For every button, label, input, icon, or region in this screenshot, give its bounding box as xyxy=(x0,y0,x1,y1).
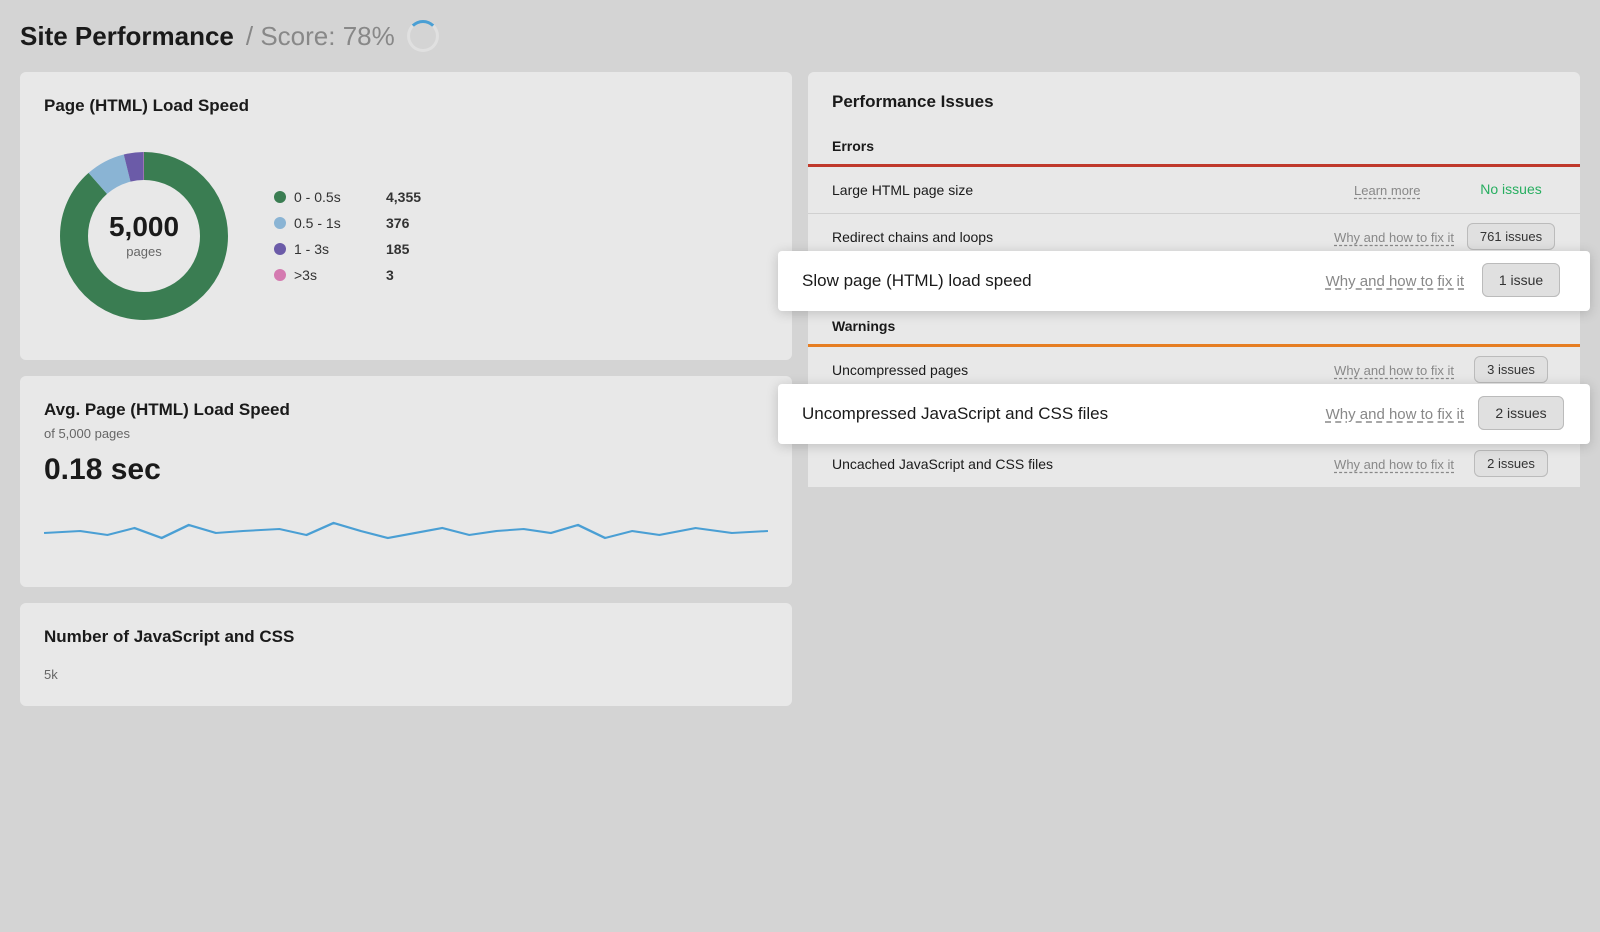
overlay-count-js[interactable]: 2 issues xyxy=(1478,396,1563,430)
overlay-uncompressed-js: Uncompressed JavaScript and CSS files Wh… xyxy=(778,384,1590,444)
avg-speed-title: Avg. Page (HTML) Load Speed xyxy=(44,400,768,420)
js-css-title: Number of JavaScript and CSS xyxy=(44,627,768,647)
avg-speed-subtitle: of 5,000 pages xyxy=(44,426,768,441)
left-column: Page (HTML) Load Speed 5,000 pages xyxy=(20,72,792,706)
warning-link-2[interactable]: Why and how to fix it xyxy=(1334,457,1454,472)
sparkline-area xyxy=(44,503,768,563)
overlay-name-js: Uncompressed JavaScript and CSS files xyxy=(802,404,1314,424)
warning-name-0: Uncompressed pages xyxy=(832,362,1322,378)
avg-speed-value: 0.18 sec xyxy=(44,453,768,487)
count-badge-w2[interactable]: 2 issues xyxy=(1474,450,1548,477)
overlay-badge-slow[interactable]: 1 issue xyxy=(1476,272,1566,290)
error-row-0: Large HTML page size Learn more No issue… xyxy=(808,167,1580,214)
error-name-0: Large HTML page size xyxy=(832,182,1342,198)
page-score: / Score: 78% xyxy=(246,21,395,52)
error-badge-0: No issues xyxy=(1466,181,1556,199)
overlay-count-slow[interactable]: 1 issue xyxy=(1482,263,1560,297)
no-issues-badge-0: No issues xyxy=(1480,181,1541,197)
performance-issues-card: Performance Issues Errors Large HTML pag… xyxy=(808,72,1580,487)
warning-badge-2[interactable]: 2 issues xyxy=(1466,455,1556,473)
donut-label: pages xyxy=(126,244,161,259)
overlay-slow-page: Slow page (HTML) load speed Why and how … xyxy=(778,251,1590,311)
donut-section: 5,000 pages 0 - 0.5s 4,355 0.5 - 1s 376 xyxy=(44,136,768,336)
legend-range-2: 1 - 3s xyxy=(294,241,374,257)
perf-issues-title: Performance Issues xyxy=(832,92,1556,112)
error-row-2-wrapper: Slow page (HTML) load speed Why and how … xyxy=(808,261,1580,308)
legend-item-0: 0 - 0.5s 4,355 xyxy=(274,189,421,205)
right-column: Performance Issues Errors Large HTML pag… xyxy=(808,72,1580,706)
warnings-section-header: Warnings xyxy=(808,308,1580,347)
legend-dot-1 xyxy=(274,217,286,229)
errors-section-header: Errors xyxy=(808,128,1580,167)
legend-dot-2 xyxy=(274,243,286,255)
overlay-name-slow: Slow page (HTML) load speed xyxy=(802,271,1314,291)
score-spinner xyxy=(407,20,439,52)
legend-item-3: >3s 3 xyxy=(274,267,421,283)
legend-item-2: 1 - 3s 185 xyxy=(274,241,421,257)
warning-name-2: Uncached JavaScript and CSS files xyxy=(832,456,1322,472)
legend-count-3: 3 xyxy=(386,267,394,283)
js-css-y-label: 5k xyxy=(44,667,768,682)
overlay-link-js[interactable]: Why and how to fix it xyxy=(1326,406,1464,423)
page-header: Site Performance / Score: 78% xyxy=(20,20,1580,52)
js-css-card: Number of JavaScript and CSS 5k xyxy=(20,603,792,706)
legend-dot-0 xyxy=(274,191,286,203)
legend-range-3: >3s xyxy=(294,267,374,283)
overlay-link-slow[interactable]: Why and how to fix it xyxy=(1326,273,1464,290)
page-title: Site Performance xyxy=(20,21,234,52)
count-badge-w0[interactable]: 3 issues xyxy=(1474,356,1548,383)
legend-dot-3 xyxy=(274,269,286,281)
overlay-badge-js[interactable]: 2 issues xyxy=(1476,405,1566,423)
warning-row-2: Uncached JavaScript and CSS files Why an… xyxy=(808,441,1580,487)
error-badge-1[interactable]: 761 issues xyxy=(1466,228,1556,246)
error-link-0[interactable]: Learn more xyxy=(1354,183,1454,198)
legend-count-0: 4,355 xyxy=(386,189,421,205)
warning-row-1-wrapper: Uncompressed JavaScript and CSS files Wh… xyxy=(808,394,1580,441)
legend-range-1: 0.5 - 1s xyxy=(294,215,374,231)
legend-item-1: 0.5 - 1s 376 xyxy=(274,215,421,231)
warning-badge-0[interactable]: 3 issues xyxy=(1466,361,1556,379)
avg-speed-card: Avg. Page (HTML) Load Speed of 5,000 pag… xyxy=(20,376,792,587)
load-speed-title: Page (HTML) Load Speed xyxy=(44,96,768,116)
error-link-1[interactable]: Why and how to fix it xyxy=(1334,230,1454,245)
error-name-1: Redirect chains and loops xyxy=(832,229,1322,245)
main-grid: Page (HTML) Load Speed 5,000 pages xyxy=(20,72,1580,706)
warning-link-0[interactable]: Why and how to fix it xyxy=(1334,363,1454,378)
donut-chart: 5,000 pages xyxy=(44,136,244,336)
legend: 0 - 0.5s 4,355 0.5 - 1s 376 1 - 3s 185 xyxy=(274,189,421,283)
load-speed-card: Page (HTML) Load Speed 5,000 pages xyxy=(20,72,792,360)
donut-number: 5,000 xyxy=(109,211,179,243)
donut-center: 5,000 pages xyxy=(109,211,179,261)
legend-count-1: 376 xyxy=(386,215,409,231)
legend-range-0: 0 - 0.5s xyxy=(294,189,374,205)
legend-count-2: 185 xyxy=(386,241,409,257)
count-badge-1[interactable]: 761 issues xyxy=(1467,223,1555,250)
perf-card-header: Performance Issues xyxy=(808,72,1580,128)
